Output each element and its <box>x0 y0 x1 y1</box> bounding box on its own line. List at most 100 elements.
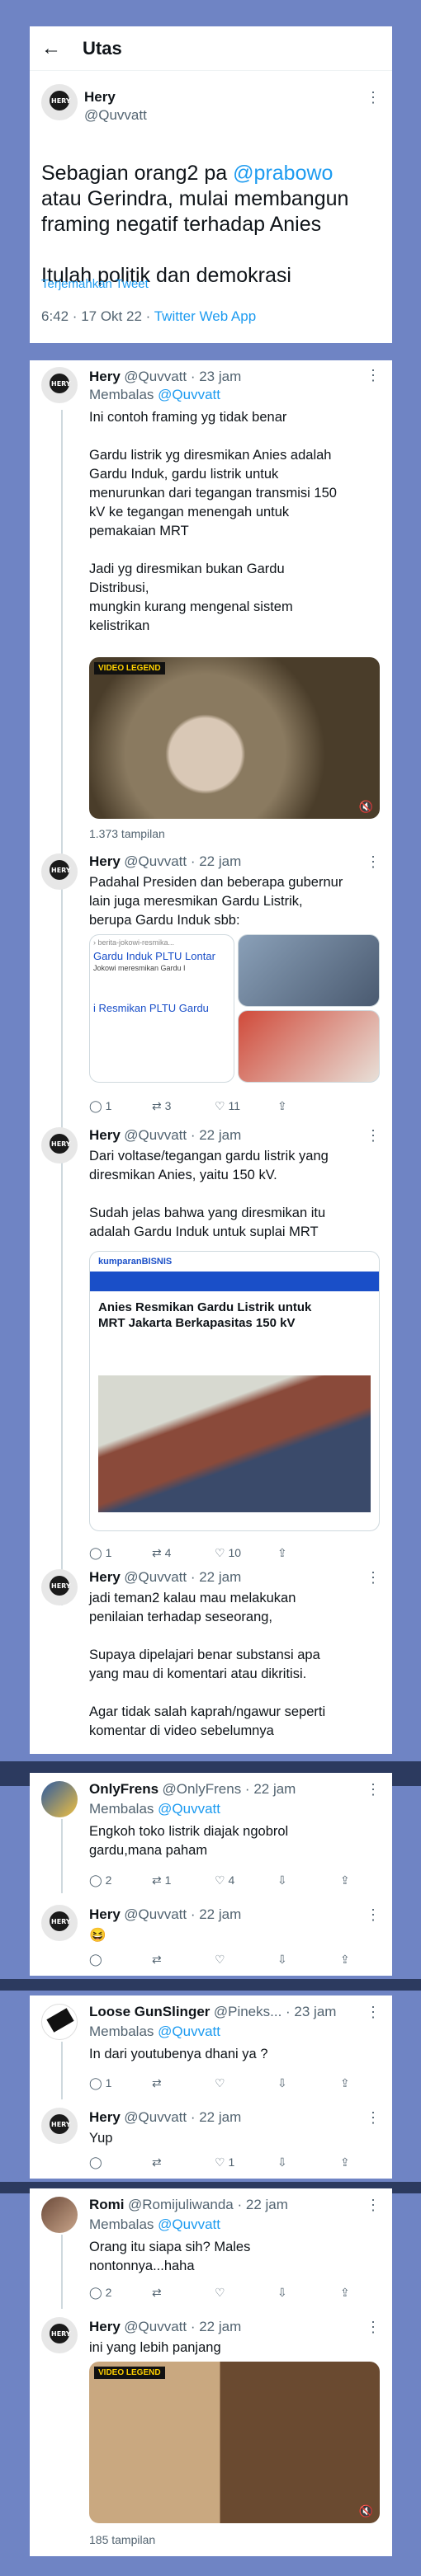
author-name[interactable]: Hery <box>89 1127 121 1143</box>
avatar[interactable]: HERY <box>41 367 78 403</box>
avatar[interactable]: HERY <box>41 853 78 890</box>
more-options-icon[interactable]: ⋮ <box>366 853 381 871</box>
avatar[interactable] <box>41 2197 78 2233</box>
share-button[interactable]: ⇪ <box>340 2155 403 2169</box>
more-options-icon[interactable]: ⋮ <box>366 1906 381 1924</box>
reply-button[interactable]: ◯ 1 <box>89 1546 152 1560</box>
retweet-button[interactable]: ⇄ <box>152 2076 215 2090</box>
more-options-icon[interactable]: ⋮ <box>366 2319 381 2336</box>
more-options-icon[interactable]: ⋮ <box>366 1127 381 1145</box>
share-button[interactable]: ⇪ <box>277 1546 340 1560</box>
tweet-video[interactable]: VIDEO LEGEND 🔇 <box>89 657 380 819</box>
like-button[interactable]: ♡ 11 <box>215 1099 277 1113</box>
retweet-button[interactable]: ⇄ 4 <box>152 1546 215 1560</box>
back-arrow-icon[interactable]: ← <box>41 37 69 60</box>
retweet-button[interactable]: ⇄ 1 <box>152 1873 215 1887</box>
share-button[interactable]: ⇪ <box>340 2076 403 2090</box>
more-options-icon[interactable]: ⋮ <box>366 1781 381 1798</box>
avatar[interactable]: HERY <box>41 1569 78 1605</box>
retweet-button[interactable]: ⇄ <box>152 1953 215 1967</box>
reply-group-card: Loose GunSlinger @Pineks... · 23 jam ⋮ M… <box>30 1995 392 2179</box>
reply-handle-link[interactable]: @Quvvatt <box>158 1801 220 1817</box>
author-name[interactable]: Loose GunSlinger <box>89 2004 210 2019</box>
author-meta[interactable]: @Quvvatt · 22 jam <box>124 1127 241 1143</box>
author-meta[interactable]: @Pineks... · 23 jam <box>214 2004 337 2019</box>
more-options-icon[interactable]: ⋮ <box>366 2197 381 2214</box>
download-button[interactable]: ⇩ <box>277 2155 340 2169</box>
author-name[interactable]: OnlyFrens <box>89 1781 158 1797</box>
author-name[interactable]: Hery <box>84 89 116 106</box>
author-meta[interactable]: @Quvvatt · 22 jam <box>124 2319 241 2334</box>
image-photo-1[interactable] <box>238 934 380 1007</box>
like-button[interactable]: ♡ 1 <box>215 2155 277 2169</box>
author-meta[interactable]: @Quvvatt · 22 jam <box>124 2109 241 2125</box>
retweet-button[interactable]: ⇄ <box>152 2155 215 2169</box>
author-name[interactable]: Hery <box>89 1906 121 1922</box>
author-name[interactable]: Hery <box>89 2319 121 2334</box>
like-button[interactable]: ♡ <box>215 1953 277 1967</box>
avatar[interactable]: HERY <box>41 1127 78 1163</box>
mute-icon[interactable]: 🔇 <box>359 2504 373 2518</box>
more-options-icon[interactable]: ⋮ <box>366 2004 381 2021</box>
author-name[interactable]: Hery <box>89 853 121 869</box>
image-card-sub: Jokowi meresmikan Gardu I <box>93 964 186 972</box>
author-meta[interactable]: @OnlyFrens · 22 jam <box>163 1781 296 1797</box>
translate-link[interactable]: Terjemahkan Tweet <box>41 277 149 291</box>
tweet-video[interactable]: VIDEO LEGEND 🔇 <box>89 2362 380 2523</box>
author-meta[interactable]: @Quvvatt · 23 jam <box>124 369 241 384</box>
reply-button[interactable]: ◯ 1 <box>89 1099 152 1113</box>
download-button[interactable]: ⇩ <box>277 1953 340 1967</box>
tweet-actions: ◯ 2 ⇄ ♡ ⇩ ⇪ <box>89 2286 403 2300</box>
avatar[interactable]: HERY <box>41 1905 78 1941</box>
article-image[interactable]: kumparanBISNIS Anies Resmikan Gardu List… <box>89 1251 380 1531</box>
reply-context: Membalas @Quvvatt <box>89 1801 220 1817</box>
image-card-1[interactable]: › berita-jokowi-resmika... Gardu Induk P… <box>89 934 234 1083</box>
share-button[interactable]: ⇪ <box>277 1099 340 1113</box>
avatar[interactable] <box>41 2004 78 2040</box>
reply-handle-link[interactable]: @Quvvatt <box>158 2216 220 2232</box>
reply-handle-link[interactable]: @Quvvatt <box>158 387 220 402</box>
author-name[interactable]: Hery <box>89 2109 121 2125</box>
more-options-icon[interactable]: ⋮ <box>366 1569 381 1586</box>
tweet-text-end: atau Gerindra, mulai membangun framing n… <box>41 187 349 287</box>
mute-icon[interactable]: 🔇 <box>359 800 373 814</box>
more-options-icon[interactable]: ⋮ <box>366 367 381 384</box>
more-options-icon[interactable]: ⋮ <box>366 2109 381 2127</box>
avatar[interactable]: HERY <box>41 84 78 120</box>
author-meta[interactable]: @Quvvatt · 22 jam <box>124 1906 241 1922</box>
reply-button[interactable]: ◯ 1 <box>89 2076 152 2090</box>
like-button[interactable]: ♡ 10 <box>215 1546 277 1560</box>
timestamp-text[interactable]: 6:42 · 17 Okt 22 · <box>41 308 154 324</box>
download-button[interactable]: ⇩ <box>277 2286 340 2300</box>
share-button[interactable]: ⇪ <box>340 1953 403 1967</box>
like-button[interactable]: ♡ 4 <box>215 1873 277 1887</box>
mention-link[interactable]: @prabowo <box>233 162 333 185</box>
like-button[interactable]: ♡ <box>215 2076 277 2090</box>
reply-button[interactable]: ◯ <box>89 2155 152 2169</box>
author-meta[interactable]: @Quvvatt · 22 jam <box>124 853 241 869</box>
like-button[interactable]: ♡ <box>215 2286 277 2300</box>
author-handle[interactable]: @Quvvatt <box>84 107 147 124</box>
share-button[interactable]: ⇪ <box>340 2286 403 2300</box>
author-name[interactable]: Hery <box>89 369 121 384</box>
author-meta[interactable]: @Quvvatt · 22 jam <box>124 1569 241 1585</box>
download-button[interactable]: ⇩ <box>277 1873 340 1887</box>
author-meta[interactable]: @Romijuliwanda · 22 jam <box>128 2197 288 2212</box>
reply-handle-link[interactable]: @Quvvatt <box>158 2024 220 2039</box>
download-button[interactable]: ⇩ <box>277 2076 340 2090</box>
more-options-icon[interactable]: ⋮ <box>366 89 381 106</box>
reply-button[interactable]: ◯ 2 <box>89 1873 152 1887</box>
avatar[interactable]: HERY <box>41 2108 78 2144</box>
retweet-button[interactable]: ⇄ 3 <box>152 1099 215 1113</box>
retweet-button[interactable]: ⇄ <box>152 2286 215 2300</box>
author-name[interactable]: Hery <box>89 1569 121 1585</box>
reply-button[interactable]: ◯ <box>89 1953 152 1967</box>
image-photo-2[interactable] <box>238 1010 380 1083</box>
share-button[interactable]: ⇪ <box>340 1873 403 1887</box>
client-link[interactable]: Twitter Web App <box>154 308 256 324</box>
reply-button[interactable]: ◯ 2 <box>89 2286 152 2300</box>
avatar[interactable]: HERY <box>41 2317 78 2353</box>
author-name[interactable]: Romi <box>89 2197 125 2212</box>
avatar[interactable] <box>41 1781 78 1817</box>
tweet-timestamp: 6:42 · 17 Okt 22 · Twitter Web App <box>41 308 256 325</box>
